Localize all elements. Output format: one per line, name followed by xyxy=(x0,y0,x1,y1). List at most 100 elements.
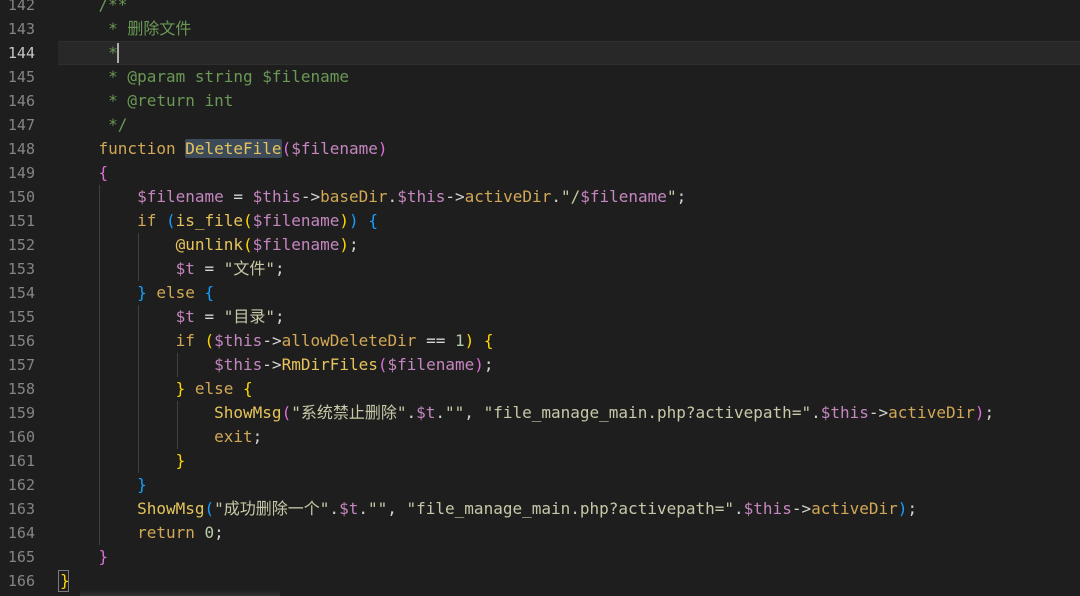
line-number[interactable]: 147 xyxy=(0,113,35,137)
line-number[interactable]: 164 xyxy=(0,521,35,545)
code-token: "file_manage_main.php?activepath=" xyxy=(406,499,735,518)
code-token: ) xyxy=(349,211,359,230)
code-line[interactable]: 150 $filename = $this->baseDir.$this->ac… xyxy=(0,185,1080,209)
line-code[interactable]: if (is_file($filename)) { xyxy=(60,209,378,233)
code-line[interactable]: 155 $t = "目录"; xyxy=(0,305,1080,329)
code-token: ) xyxy=(464,331,475,350)
line-code[interactable]: */ xyxy=(60,113,127,137)
line-code[interactable]: } else { xyxy=(60,377,253,401)
line-code[interactable]: /** xyxy=(60,0,128,17)
line-code[interactable]: $filename = $this->baseDir.$this->active… xyxy=(60,185,686,209)
line-number[interactable]: 145 xyxy=(0,65,35,89)
line-number[interactable]: 159 xyxy=(0,401,35,425)
code-token: $t xyxy=(339,499,359,518)
line-number[interactable]: 156 xyxy=(0,329,35,353)
line-number[interactable]: 148 xyxy=(0,137,35,161)
line-number[interactable]: 155 xyxy=(0,305,35,329)
code-line[interactable]: 143 * 删除文件 xyxy=(0,17,1080,41)
code-token: = xyxy=(194,259,224,278)
code-line[interactable]: 145 * @param string $filename xyxy=(0,65,1080,89)
line-code[interactable]: $t = "目录"; xyxy=(60,305,285,329)
code-line[interactable]: 149 { xyxy=(0,161,1080,185)
line-code[interactable]: } xyxy=(60,449,186,473)
code-token: $filename xyxy=(291,139,378,158)
line-number[interactable]: 154 xyxy=(0,281,35,305)
code-line[interactable]: 161 } xyxy=(0,449,1080,473)
line-code[interactable]: * 删除文件 xyxy=(60,17,191,41)
code-token: ) xyxy=(339,211,350,230)
code-line[interactable]: 142 /** xyxy=(0,0,1080,17)
code-line[interactable]: 147 */ xyxy=(0,113,1080,137)
line-code[interactable]: * @param string $filename xyxy=(60,65,349,89)
code-line[interactable]: 148 function DeleteFile($filename) xyxy=(0,137,1080,161)
line-code[interactable]: } xyxy=(60,473,147,497)
code-token: "系统禁止删除" xyxy=(291,403,407,422)
line-number[interactable]: 150 xyxy=(0,185,35,209)
line-number[interactable]: 160 xyxy=(0,425,35,449)
code-token: "/ xyxy=(560,187,581,206)
code-line[interactable]: 159 ShowMsg("系统禁止删除".$t."", "file_manage… xyxy=(0,401,1080,425)
code-token: 0 xyxy=(204,523,215,542)
code-editor[interactable]: 142 /** 143 * 删除文件 144 * 145 * @param strin… xyxy=(0,0,1080,596)
code-line[interactable]: 158 } else { xyxy=(0,377,1080,401)
line-code[interactable]: function DeleteFile($filename) xyxy=(60,137,388,161)
code-line[interactable]: 144 * xyxy=(0,41,1080,65)
line-number[interactable]: 152 xyxy=(0,233,35,257)
code-line[interactable]: 162 } xyxy=(0,473,1080,497)
code-line[interactable]: 154 } else { xyxy=(0,281,1080,305)
line-number[interactable]: 149 xyxy=(0,161,35,185)
line-code[interactable]: * @return int xyxy=(60,89,233,113)
code-token: } xyxy=(98,547,109,566)
line-code[interactable]: $this->RmDirFiles($filename); xyxy=(60,353,493,377)
code-line[interactable]: 153 $t = "文件"; xyxy=(0,257,1080,281)
line-number[interactable]: 151 xyxy=(0,209,35,233)
code-line[interactable]: 165 } xyxy=(0,545,1080,569)
code-line[interactable]: 151 if (is_file($filename)) { xyxy=(0,209,1080,233)
line-number[interactable]: 165 xyxy=(0,545,35,569)
code-token: . xyxy=(435,403,446,422)
line-number[interactable]: 153 xyxy=(0,257,35,281)
code-token: "file_manage_main.php?activepath=" xyxy=(483,403,812,422)
line-code[interactable]: } xyxy=(60,545,109,569)
line-number[interactable]: 166 xyxy=(0,569,35,593)
code-line[interactable]: 156 if ($this->allowDeleteDir == 1) { xyxy=(0,329,1080,353)
line-number[interactable]: 158 xyxy=(0,377,35,401)
line-number[interactable]: 143 xyxy=(0,17,35,41)
line-code[interactable]: * xyxy=(60,41,118,65)
line-code[interactable]: @unlink($filename); xyxy=(60,233,359,257)
line-number[interactable]: 163 xyxy=(0,497,35,521)
line-code[interactable]: } else { xyxy=(60,281,214,305)
code-token: ; xyxy=(275,307,285,326)
code-line[interactable]: 146 * @return int xyxy=(0,89,1080,113)
line-code[interactable]: exit; xyxy=(60,425,262,449)
line-number[interactable]: 162 xyxy=(0,473,35,497)
code-token: @unlink xyxy=(175,235,244,254)
code-token: "目录" xyxy=(223,307,276,326)
line-number[interactable]: 142 xyxy=(0,0,35,17)
code-token: baseDir xyxy=(320,187,388,206)
code-line[interactable]: 157 $this->RmDirFiles($filename); xyxy=(0,353,1080,377)
line-code[interactable]: return 0; xyxy=(60,521,224,545)
line-code[interactable]: if ($this->allowDeleteDir == 1) { xyxy=(60,329,494,353)
line-code[interactable]: ShowMsg("成功删除一个".$t."", "file_manage_mai… xyxy=(60,497,917,521)
code-line[interactable]: 163 ShowMsg("成功删除一个".$t."", "file_manage… xyxy=(0,497,1080,521)
code-token: ) xyxy=(339,235,350,254)
code-token: . xyxy=(329,499,340,518)
code-token: . xyxy=(358,499,368,518)
line-code[interactable]: ShowMsg("系统禁止删除".$t."", "file_manage_mai… xyxy=(60,401,994,425)
code-line[interactable]: 160 exit; xyxy=(0,425,1080,449)
line-number[interactable]: 144 xyxy=(0,41,35,65)
code-line[interactable]: 152 @unlink($filename); xyxy=(0,233,1080,257)
code-token: $t xyxy=(416,403,436,422)
code-line[interactable]: 164 return 0; xyxy=(0,521,1080,545)
code-token: $t xyxy=(175,307,195,326)
line-code[interactable]: { xyxy=(60,161,109,185)
line-code[interactable]: $t = "文件"; xyxy=(60,257,285,281)
code-token: . xyxy=(551,187,561,206)
line-number[interactable]: 157 xyxy=(0,353,35,377)
line-number[interactable]: 161 xyxy=(0,449,35,473)
line-number[interactable]: 146 xyxy=(0,89,35,113)
